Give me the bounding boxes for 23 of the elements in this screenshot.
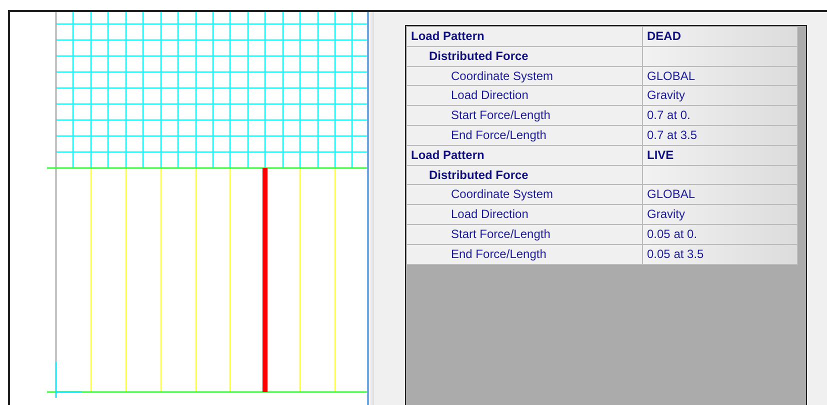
- property-label-cell: Start Force/Length: [407, 106, 643, 126]
- property-label-cell: Load Direction: [407, 86, 643, 106]
- property-value-cell: 0.05 at 0.: [643, 224, 798, 245]
- property-label-cell: Load Pattern: [407, 146, 643, 166]
- property-value-cell: 0.7 at 3.5: [643, 126, 798, 146]
- property-value-cell: GLOBAL: [643, 66, 798, 86]
- property-label-cell: Start Force/Length: [407, 224, 643, 245]
- property-value-cell: DEAD: [643, 27, 798, 47]
- property-label-cell: Coordinate System: [407, 185, 643, 206]
- property-label-cell: End Force/Length: [407, 126, 643, 146]
- property-label-cell: Distributed Force: [407, 46, 643, 67]
- property-value-cell: Gravity: [643, 205, 798, 225]
- property-value-cell: GLOBAL: [643, 185, 798, 206]
- property-label-cell: Distributed Force: [407, 166, 643, 186]
- pane-splitter[interactable]: [367, 12, 374, 405]
- property-value-cell: 0.7 at 0.: [643, 106, 798, 126]
- property-label-cell: Load Direction: [407, 205, 643, 225]
- property-label-cell: End Force/Length: [407, 244, 643, 265]
- property-value-cell: LIVE: [643, 146, 798, 166]
- property-value-cell: 0.05 at 3.5: [643, 244, 798, 265]
- property-label-cell: Coordinate System: [407, 66, 643, 86]
- property-value-cell: Gravity: [643, 86, 798, 106]
- property-label-cell: Load Pattern: [407, 27, 643, 47]
